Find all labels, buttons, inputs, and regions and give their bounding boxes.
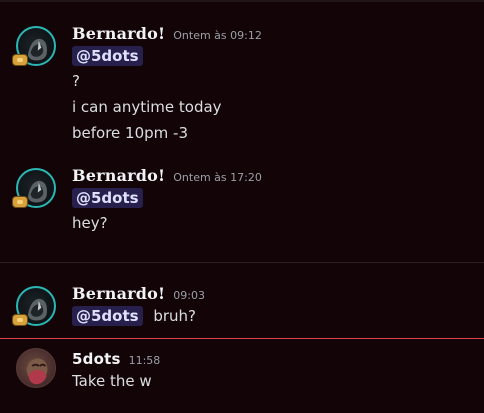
message-line: Take the w bbox=[72, 372, 152, 390]
message-timestamp[interactable]: 11:58 bbox=[129, 354, 161, 367]
message-author[interactable]: Bernardo! bbox=[72, 166, 165, 185]
message-line: before 10pm -3 bbox=[72, 124, 188, 142]
message-timestamp[interactable]: Ontem às 17:20 bbox=[173, 171, 262, 184]
badge-icon bbox=[12, 314, 28, 326]
message-line: ? bbox=[72, 72, 80, 90]
new-messages-divider bbox=[0, 338, 484, 339]
message-group: Bernardo! 09:03 @5dots bruh? bbox=[0, 274, 484, 330]
message-timestamp[interactable]: 09:03 bbox=[173, 289, 205, 302]
top-divider bbox=[0, 0, 484, 2]
avatar[interactable] bbox=[12, 26, 56, 66]
user-mention[interactable]: @5dots bbox=[72, 188, 143, 208]
message-line: hey? bbox=[72, 214, 108, 232]
message-line: i can anytime today bbox=[72, 98, 222, 116]
message-line: @5dots bbox=[72, 188, 143, 208]
avatar[interactable] bbox=[12, 168, 56, 208]
user-mention[interactable]: @5dots bbox=[72, 306, 143, 326]
message-group: 5dots 11:58 Take the w bbox=[0, 346, 484, 406]
badge-icon bbox=[12, 196, 28, 208]
avatar[interactable] bbox=[12, 286, 56, 326]
message-author[interactable]: Bernardo! bbox=[72, 24, 165, 43]
message-line: @5dots bruh? bbox=[72, 306, 196, 326]
message-group: Bernardo! Ontem às 09:12 @5dots ? i can … bbox=[0, 14, 484, 144]
message-group: Bernardo! Ontem às 17:20 @5dots hey? bbox=[0, 156, 484, 246]
message-timestamp[interactable]: Ontem às 09:12 bbox=[173, 29, 262, 42]
message-author[interactable]: Bernardo! bbox=[72, 284, 165, 303]
badge-icon bbox=[12, 54, 28, 66]
message-author[interactable]: 5dots bbox=[72, 350, 121, 368]
message-line: @5dots bbox=[72, 46, 143, 66]
message-text: bruh? bbox=[153, 307, 197, 325]
avatar[interactable] bbox=[16, 348, 56, 388]
avatar-icon bbox=[26, 358, 48, 385]
day-divider bbox=[0, 262, 484, 263]
user-mention[interactable]: @5dots bbox=[72, 46, 143, 66]
